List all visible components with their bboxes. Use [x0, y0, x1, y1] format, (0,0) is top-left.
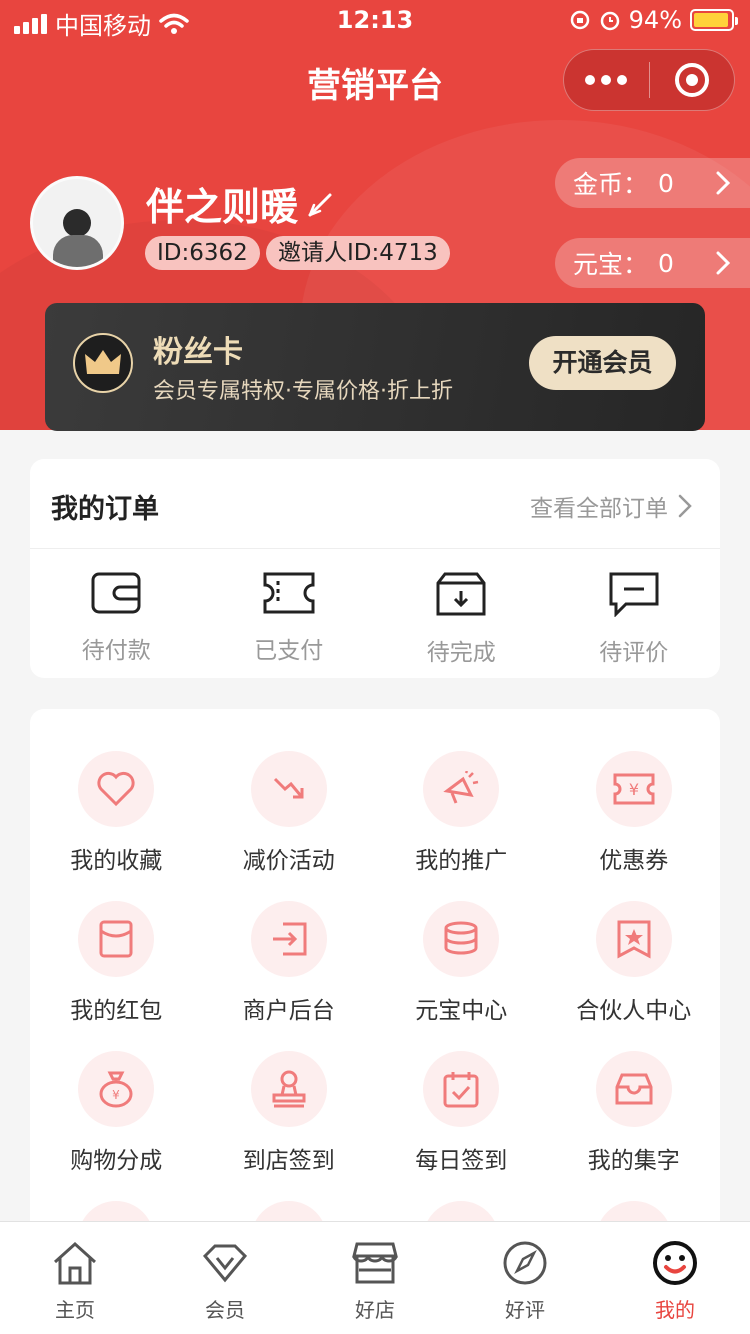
tab-mine[interactable]: 我的 [600, 1222, 750, 1334]
order-paid[interactable]: 已支付 [203, 571, 376, 667]
chevron-right-icon [678, 494, 692, 518]
store-icon [352, 1242, 398, 1284]
order-pending-payment[interactable]: 待付款 [30, 571, 203, 667]
status-bar: 中国移动 12:13 94% [0, 0, 750, 40]
service-promotion[interactable]: 我的推广 [375, 751, 548, 875]
yuanbao-entry[interactable]: 元宝： 0 [555, 238, 750, 288]
battery-percent: 94% [628, 6, 682, 34]
chevron-right-icon [716, 251, 731, 275]
service-coupons[interactable]: ¥ 优惠券 [548, 751, 721, 875]
diamond-icon [202, 1244, 248, 1283]
megaphone-icon [443, 771, 479, 804]
box-download-icon [436, 572, 486, 616]
tray-icon [615, 1073, 653, 1105]
view-all-orders-link[interactable]: 查看全部订单 [530, 489, 692, 523]
chat-icon [609, 572, 659, 618]
orders-title: 我的订单 [51, 494, 159, 525]
battery-icon [690, 9, 738, 31]
tab-stores[interactable]: 好店 [300, 1222, 450, 1334]
avatar[interactable] [30, 176, 124, 270]
tab-bar: 主页 会员 好店 好评 我的 [0, 1221, 750, 1334]
fans-card-subtitle: 会员专属特权·专属价格·折上折 [153, 379, 453, 404]
more-icon[interactable] [564, 75, 649, 85]
order-to-review[interactable]: 待评价 [548, 571, 721, 667]
service-shopping-share[interactable]: ¥ 购物分成 [30, 1051, 203, 1175]
compass-icon [503, 1241, 547, 1285]
svg-text:¥: ¥ [112, 1088, 120, 1102]
home-icon [53, 1241, 97, 1285]
service-yuanbao-center[interactable]: 元宝中心 [375, 901, 548, 1025]
service-price-drop[interactable]: 减价活动 [203, 751, 376, 875]
coin-stack-icon [444, 921, 478, 955]
service-merchant-backend[interactable]: 商户后台 [203, 901, 376, 1025]
alarm-icon [600, 11, 619, 31]
heart-icon [97, 771, 135, 807]
wallet-icon [91, 572, 141, 614]
my-orders-card: 我的订单 查看全部订单 待付款 已支付 待完成 待评价 [30, 459, 720, 678]
nav-bar: 营销平台 [0, 40, 750, 128]
crown-icon [73, 333, 133, 393]
user-id-badge: ID:6362 [145, 236, 260, 270]
gold-coin-entry[interactable]: 金币： 0 [555, 158, 750, 208]
star-bookmark-icon [617, 920, 651, 959]
red-envelope-icon [99, 920, 133, 958]
service-partner-center[interactable]: 合伙人中心 [548, 901, 721, 1025]
username: 伴之则暖 [146, 176, 336, 231]
service-red-envelope[interactable]: 我的红包 [30, 901, 203, 1025]
tab-reviews[interactable]: 好评 [450, 1222, 600, 1334]
order-to-complete[interactable]: 待完成 [375, 571, 548, 667]
stamp-icon [272, 1070, 306, 1108]
fans-card[interactable]: 粉丝卡 会员专属特权·专属价格·折上折 开通会员 [45, 303, 705, 431]
mini-program-capsule [563, 49, 735, 111]
service-store-checkin[interactable]: 到店签到 [203, 1051, 376, 1175]
inviter-id-badge: 邀请人ID:4713 [266, 236, 450, 270]
ticket-icon [263, 572, 315, 614]
login-arrow-icon [272, 922, 307, 956]
close-miniprogram-icon[interactable] [650, 63, 735, 97]
money-bag-icon: ¥ [99, 1071, 133, 1108]
svg-text:¥: ¥ [629, 780, 639, 799]
fans-card-title: 粉丝卡 [153, 335, 243, 370]
calendar-check-icon [443, 1072, 479, 1108]
services-grid: 我的收藏 减价活动 我的推广 ¥ 优惠券 我的红包 商户后台 元宝中心 合伙人中… [30, 709, 721, 1277]
service-word-collection[interactable]: 我的集字 [548, 1051, 721, 1175]
open-membership-button[interactable]: 开通会员 [529, 336, 676, 390]
smile-face-icon [653, 1241, 697, 1285]
tab-home[interactable]: 主页 [0, 1222, 150, 1334]
trend-down-icon [273, 777, 304, 799]
edit-pen-icon[interactable] [306, 189, 336, 219]
rotation-lock-icon [570, 10, 589, 30]
service-favorites[interactable]: 我的收藏 [30, 751, 203, 875]
chevron-right-icon [716, 171, 731, 195]
yen-coupon-icon: ¥ [613, 773, 655, 805]
service-daily-checkin[interactable]: 每日签到 [375, 1051, 548, 1175]
tab-member[interactable]: 会员 [150, 1222, 300, 1334]
orders-header: 我的订单 查看全部订单 [30, 459, 720, 549]
